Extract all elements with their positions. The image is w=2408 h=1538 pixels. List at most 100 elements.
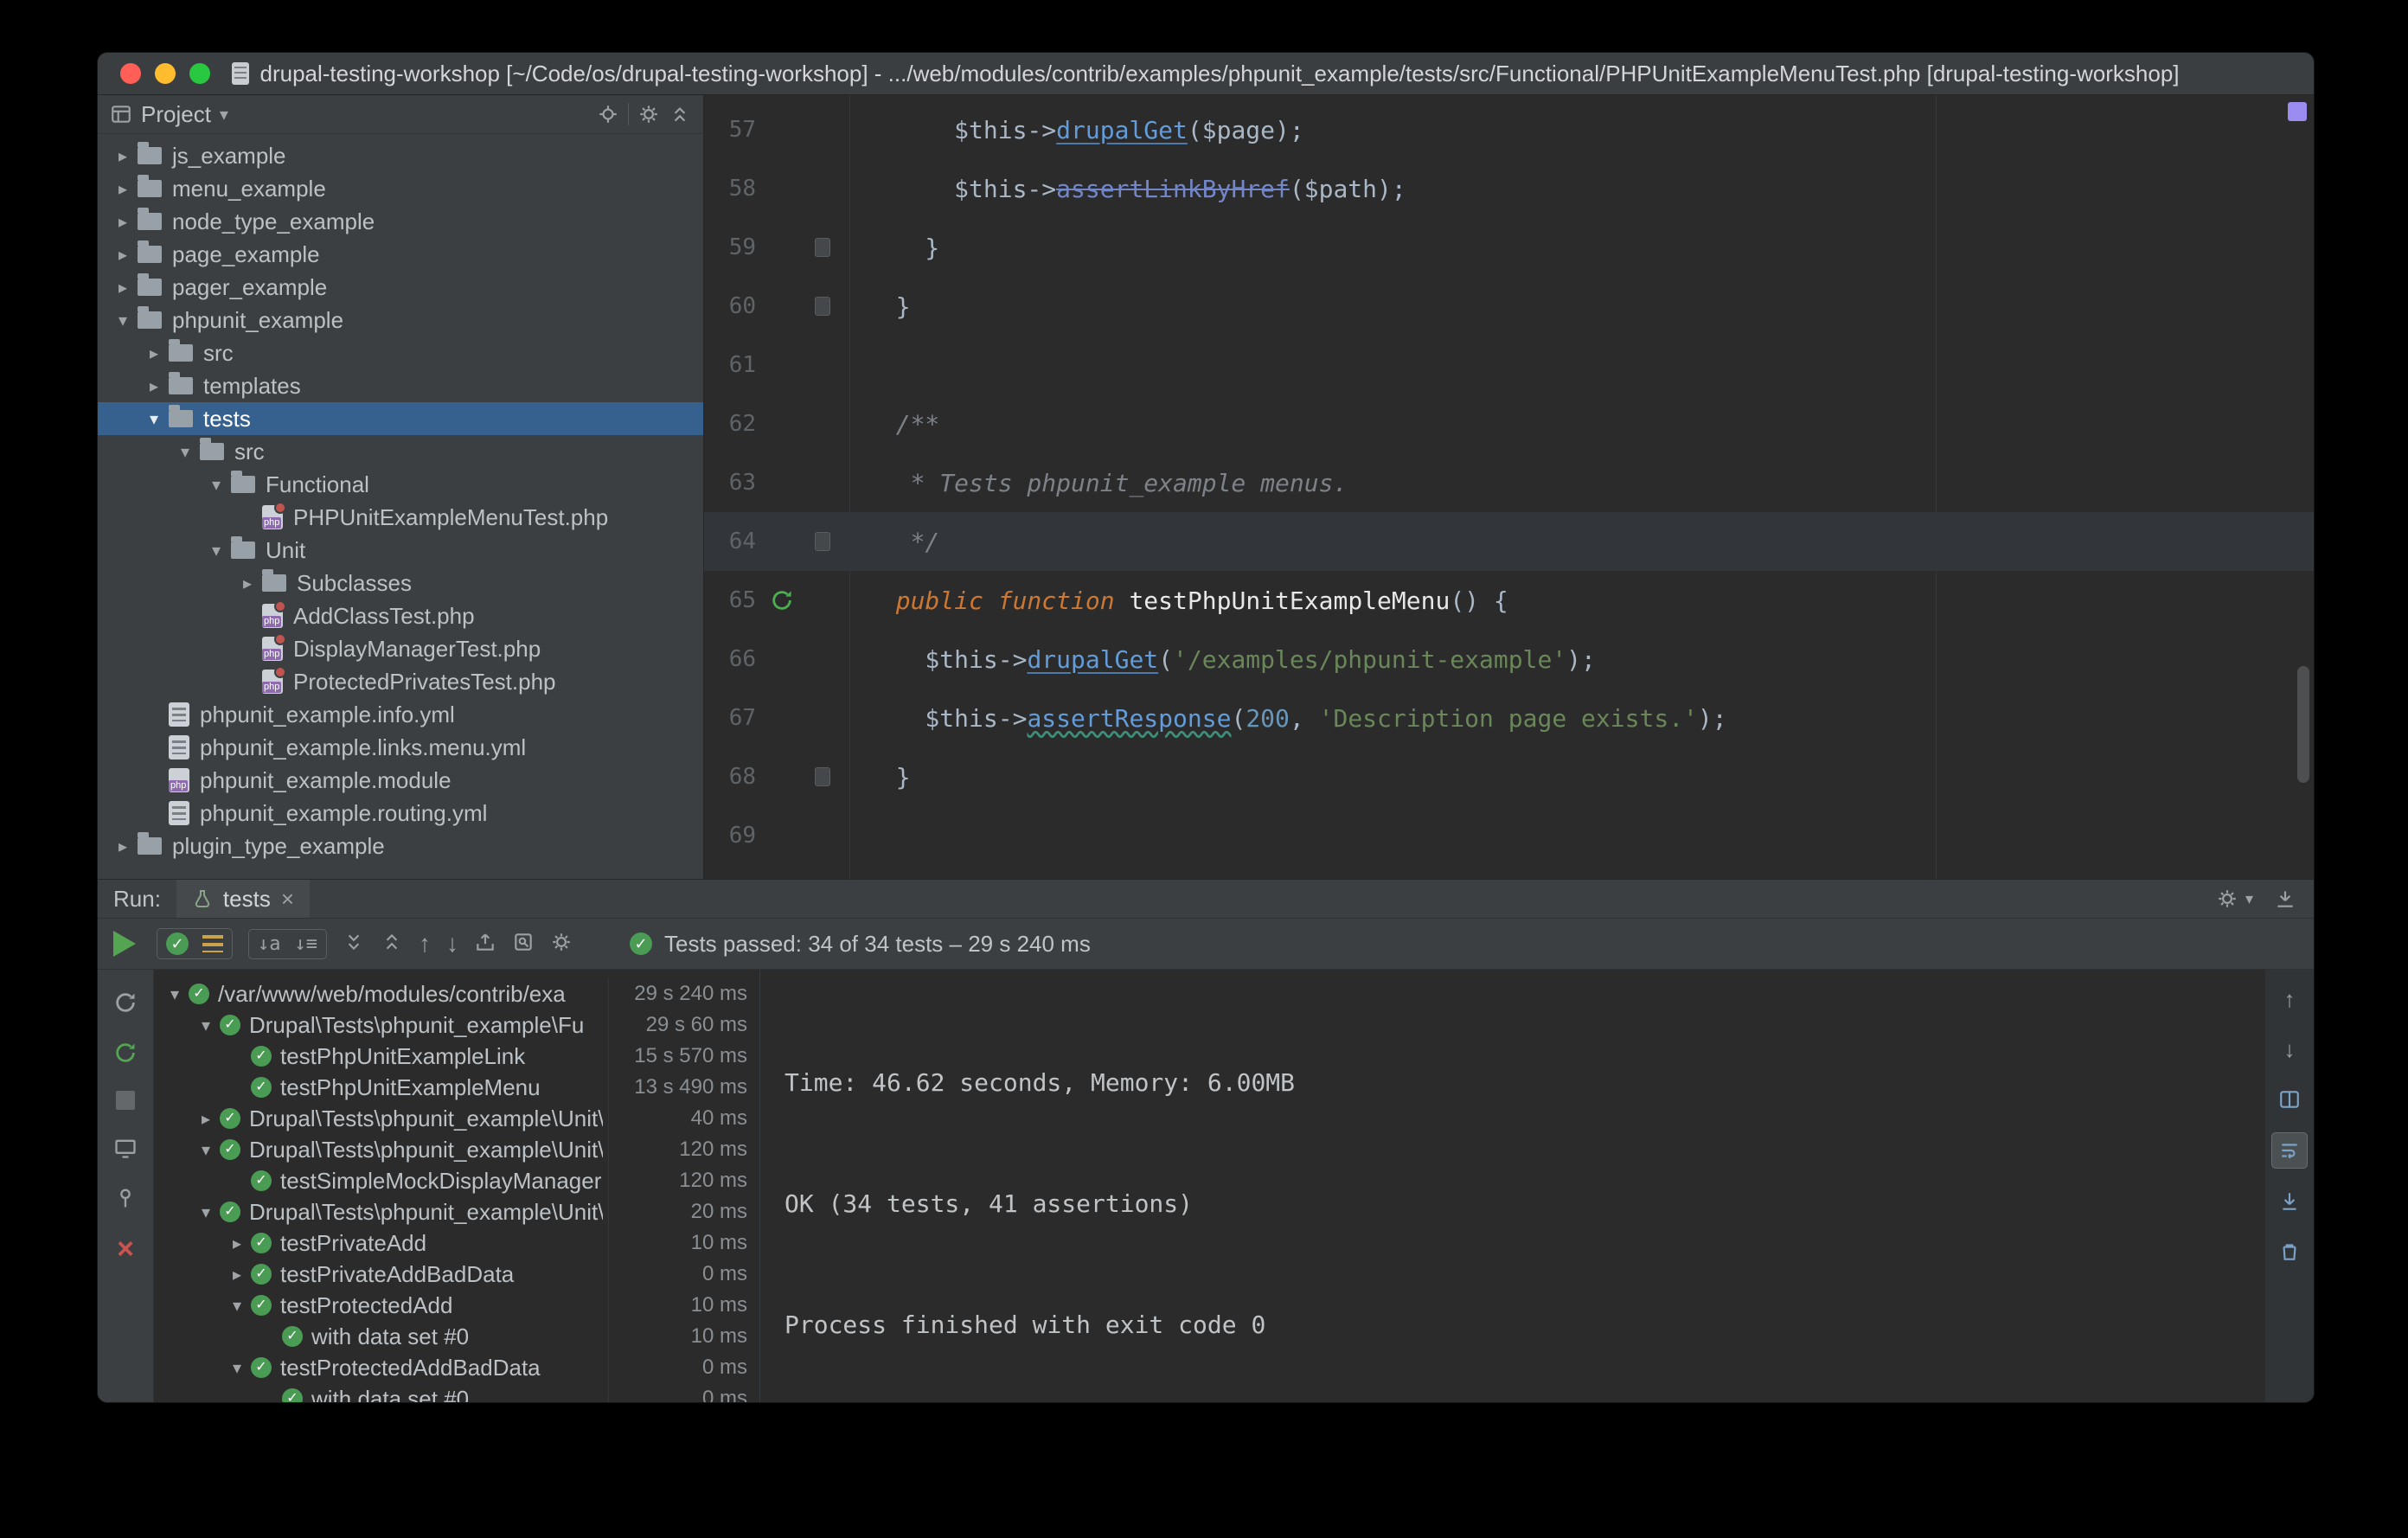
fold-marker-icon[interactable]: [815, 238, 830, 257]
tree-toggle-icon[interactable]: ▸: [192, 1108, 220, 1130]
test-tree-item[interactable]: ▾ ✓ testProtectedAddBadData 0 ms: [154, 1352, 759, 1383]
test-tree[interactable]: ▾ ✓/var/www/web/modules/contrib/exa 29 s 2…: [154, 970, 759, 1402]
project-tree-item[interactable]: phpunit_example.routing.yml: [98, 797, 703, 830]
tree-toggle-icon[interactable]: ▸: [108, 836, 138, 857]
test-tree-item[interactable]: ▾ ✓ Drupal\Tests\phpunit_example\Unit\I 120…: [154, 1134, 759, 1165]
collapse-all-icon[interactable]: [669, 103, 691, 125]
test-tree-item[interactable]: ✓ with data set #0 0 ms: [154, 1383, 759, 1402]
import-test-results-icon[interactable]: [512, 931, 535, 958]
run-test-gutter-icon[interactable]: [770, 588, 794, 612]
test-tree-item[interactable]: ✓ testPhpUnitExampleMenu 13 s 490 ms: [154, 1072, 759, 1103]
tree-toggle-icon[interactable]: ▾: [192, 1015, 220, 1036]
project-tree-item[interactable]: ▸ page_example: [98, 238, 703, 271]
zoom-window-button[interactable]: [189, 63, 210, 84]
editor-area[interactable]: 57 $this->drupalGet($page); 58 $this->ass…: [704, 95, 2314, 879]
pin-tab-icon[interactable]: [113, 1186, 138, 1210]
run-tab-tests[interactable]: tests ×: [176, 880, 311, 918]
tree-toggle-icon[interactable]: ▾: [202, 540, 231, 561]
test-tree-item[interactable]: ▾ ✓ Drupal\Tests\phpunit_example\Unit\P 20 …: [154, 1196, 759, 1227]
tree-toggle-icon[interactable]: ▸: [108, 277, 138, 298]
chevron-down-icon[interactable]: ▾: [220, 104, 228, 125]
tree-toggle-icon[interactable]: ▾: [202, 474, 231, 496]
project-tree-item[interactable]: ▸ templates: [98, 369, 703, 402]
project-tree-item[interactable]: DisplayManagerTest.php: [98, 632, 703, 665]
test-tree-item[interactable]: ✓ with data set #0 10 ms: [154, 1321, 759, 1352]
tree-toggle-icon[interactable]: ▾: [139, 408, 169, 430]
project-panel-title[interactable]: Project: [141, 101, 211, 128]
clear-console-icon[interactable]: [2272, 1234, 2307, 1269]
test-tree-item[interactable]: ▸ ✓ testPrivateAdd 10 ms: [154, 1227, 759, 1259]
project-tree-item[interactable]: ▸ pager_example: [98, 271, 703, 304]
stop-icon[interactable]: [116, 1091, 135, 1110]
show-ignored-toggle[interactable]: [202, 935, 223, 952]
fold-marker-icon[interactable]: [815, 767, 830, 786]
tree-toggle-icon[interactable]: ▸: [139, 375, 169, 397]
editor-scrollbar[interactable]: [2297, 666, 2309, 783]
test-tree-item[interactable]: ▾ ✓ testProtectedAdd 10 ms: [154, 1290, 759, 1321]
show-passed-toggle[interactable]: ✓: [166, 932, 189, 955]
tree-toggle-icon[interactable]: ▸: [233, 573, 262, 594]
project-tree-item[interactable]: PHPUnitExampleMenuTest.php: [98, 501, 703, 534]
locate-file-icon[interactable]: [597, 103, 619, 125]
tree-toggle-icon[interactable]: ▸: [108, 178, 138, 200]
minimize-window-button[interactable]: [155, 63, 176, 84]
tree-toggle-icon[interactable]: ▸: [108, 244, 138, 266]
project-tree-item[interactable]: phpunit_example.info.yml: [98, 698, 703, 731]
previous-failed-test-icon[interactable]: ↑: [419, 932, 431, 956]
tree-toggle-icon[interactable]: ▾: [170, 441, 200, 463]
tree-toggle-icon[interactable]: ▸: [223, 1264, 251, 1285]
split-output-icon[interactable]: [2272, 1082, 2307, 1117]
tree-toggle-icon[interactable]: ▾: [161, 984, 189, 1005]
project-tree-item[interactable]: ▾ Unit: [98, 534, 703, 567]
tree-toggle-icon[interactable]: ▸: [108, 211, 138, 233]
scroll-down-icon[interactable]: ↓: [2272, 1032, 2307, 1067]
project-tree-item[interactable]: phpunit_example.links.menu.yml: [98, 731, 703, 764]
project-tree-item[interactable]: ▸ src: [98, 336, 703, 369]
console-output[interactable]: Time: 46.62 seconds, Memory: 6.00MB OK (3…: [759, 970, 2264, 1402]
tree-toggle-icon[interactable]: ▾: [223, 1357, 251, 1379]
project-tree-item[interactable]: ▸ plugin_type_example: [98, 830, 703, 862]
soft-wrap-icon[interactable]: [2271, 1132, 2308, 1169]
project-tree-item[interactable]: ▸ menu_example: [98, 172, 703, 205]
toggle-console-icon[interactable]: [113, 1136, 138, 1160]
project-tree[interactable]: ▸ js_example ▸ menu_example ▸ node_type_examp…: [98, 134, 703, 879]
project-tree-item[interactable]: ▸ js_example: [98, 139, 703, 172]
tree-toggle-icon[interactable]: ▸: [108, 145, 138, 167]
project-tree-item[interactable]: AddClassTest.php: [98, 599, 703, 632]
project-tree-item[interactable]: ▸ node_type_example: [98, 205, 703, 238]
test-tree-item[interactable]: ▸ ✓ Drupal\Tests\phpunit_example\Unit\A 40 …: [154, 1103, 759, 1134]
test-tree-item[interactable]: ▸ ✓ testPrivateAddBadData 0 ms: [154, 1259, 759, 1290]
gear-icon[interactable]: [637, 103, 660, 125]
gear-icon[interactable]: [2216, 888, 2238, 910]
sort-alphabetically-icon[interactable]: ↓a: [258, 933, 281, 955]
project-tree-item[interactable]: ▾ Functional: [98, 468, 703, 501]
sort-by-duration-icon[interactable]: ↓≡: [295, 933, 318, 955]
tree-toggle-icon[interactable]: ▾: [192, 1139, 220, 1161]
project-tree-item[interactable]: ▾ phpunit_example: [98, 304, 703, 336]
tree-toggle-icon[interactable]: ▾: [108, 310, 138, 331]
scroll-up-icon[interactable]: ↑: [2272, 982, 2307, 1016]
fold-marker-icon[interactable]: [815, 297, 830, 316]
project-tree-item[interactable]: phpunit_example.module: [98, 764, 703, 797]
expand-all-icon[interactable]: [343, 931, 365, 958]
tree-toggle-icon[interactable]: ▸: [223, 1233, 251, 1254]
next-failed-test-icon[interactable]: ↓: [446, 932, 458, 956]
close-window-button[interactable]: [120, 63, 141, 84]
project-tree-item[interactable]: ▸ Subclasses: [98, 567, 703, 599]
collapse-all-icon[interactable]: [381, 931, 403, 958]
close-tab-icon[interactable]: ×: [281, 886, 294, 913]
export-test-results-icon[interactable]: [474, 931, 496, 958]
tree-toggle-icon[interactable]: ▾: [223, 1295, 251, 1317]
test-tree-item[interactable]: ▾ ✓ /var/www/web/modules/contrib/exa 29 s 2…: [154, 978, 759, 1009]
test-settings-gear-icon[interactable]: [550, 931, 573, 958]
test-tree-item[interactable]: ✓ testSimpleMockDisplayManager 120 ms: [154, 1165, 759, 1196]
project-tree-item[interactable]: ▾ src: [98, 435, 703, 468]
tree-toggle-icon[interactable]: ▾: [192, 1202, 220, 1223]
rerun-tests-button[interactable]: [113, 931, 136, 957]
hide-panel-icon[interactable]: [2274, 888, 2296, 910]
rerun-failed-tests-icon[interactable]: [113, 1041, 138, 1065]
scroll-to-end-icon[interactable]: [2272, 1184, 2307, 1219]
rerun-icon[interactable]: [113, 990, 138, 1015]
project-tree-item[interactable]: ▾ tests: [98, 402, 703, 435]
test-tree-item[interactable]: ✓ testPhpUnitExampleLink 15 s 570 ms: [154, 1041, 759, 1072]
